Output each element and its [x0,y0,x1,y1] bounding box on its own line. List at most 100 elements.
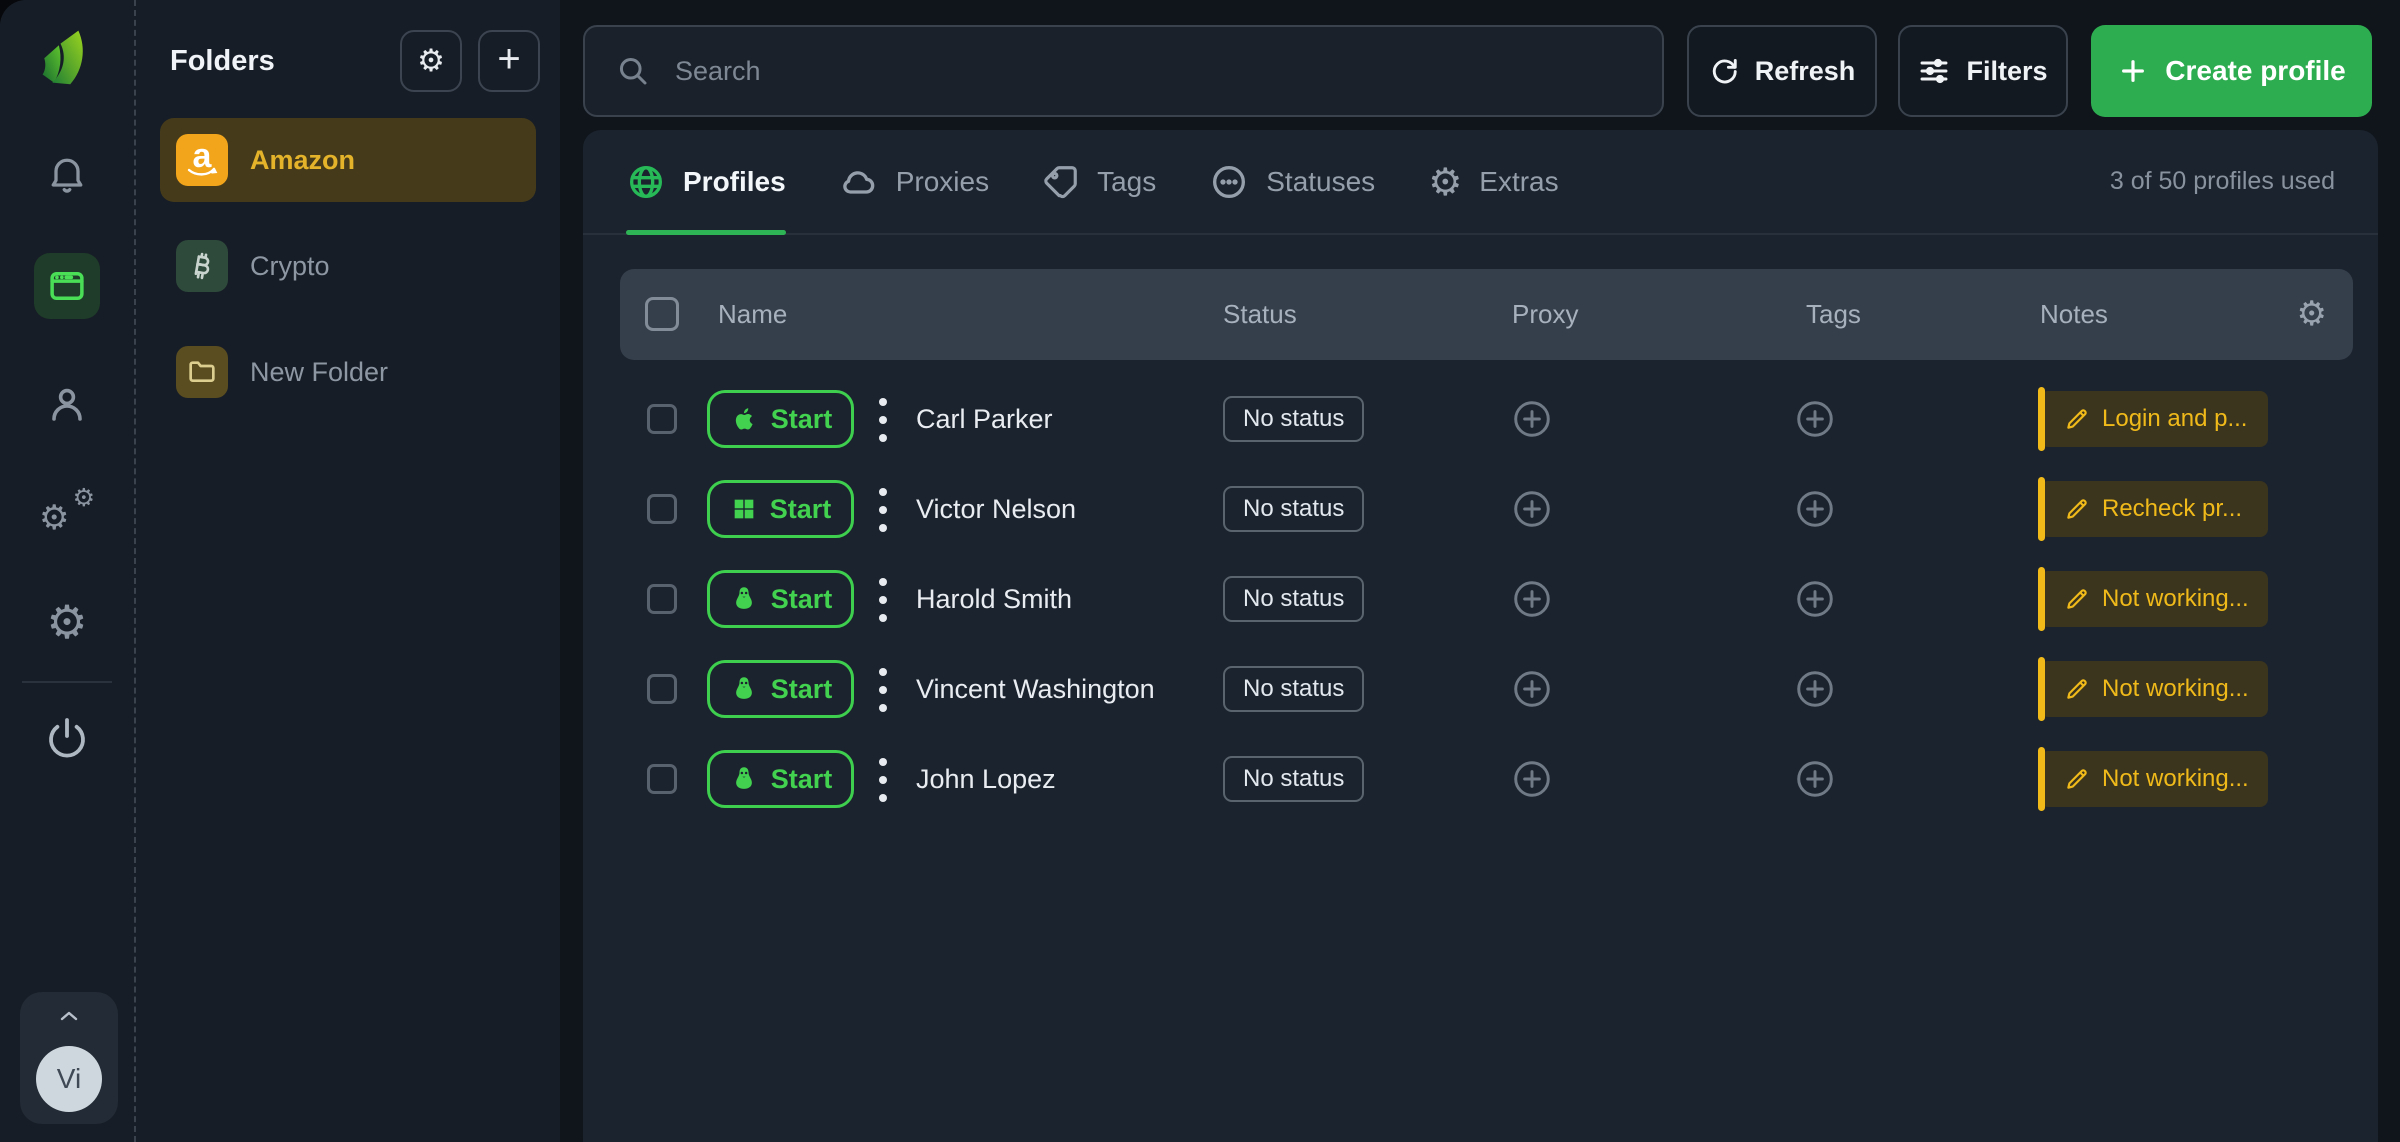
add-tag-icon[interactable] [1794,668,1836,710]
settings-gear-icon[interactable]: ⚙ [42,597,92,647]
folder-label: Crypto [250,251,330,282]
start-profile-button[interactable]: Start [707,570,854,628]
note-text: Not working... [2102,675,2249,703]
column-header-tags: Tags [1806,269,1861,360]
gear-icon: ⚙ [1428,163,1462,201]
refresh-icon [1709,56,1739,86]
note-text: Not working... [2102,765,2249,793]
status-badge[interactable]: No status [1223,486,1364,532]
tab-bar: Profiles Proxies Tags [583,130,2378,235]
start-label: Start [771,764,833,795]
tab-extras[interactable]: ⚙ Extras [1428,130,1558,233]
row-checkbox[interactable] [647,584,677,614]
profile-name: Harold Smith [916,554,1072,644]
folder-item-crypto[interactable]: Crypto [160,224,536,308]
pencil-icon [2064,676,2090,702]
note-chip[interactable]: Not working... [2040,571,2268,627]
search-input[interactable] [673,55,1632,88]
column-header-proxy: Proxy [1512,269,1578,360]
table-row: Start Harold Smith No status Not working… [620,554,2353,644]
folders-panel: Folders ⚙ + a Amazon [136,0,560,1142]
bitcoin-icon [176,240,228,292]
plus-icon [2117,55,2149,87]
windows-os-icon [730,495,758,523]
tab-tags[interactable]: Tags [1042,130,1156,233]
row-menu-kebab-icon[interactable] [878,758,888,802]
row-menu-kebab-icon[interactable] [878,488,888,532]
note-chip[interactable]: Not working... [2040,751,2268,807]
profiles-table-body: Start Carl Parker No status Login and p.… [620,374,2353,824]
refresh-button[interactable]: Refresh [1687,25,1877,117]
avatar[interactable]: Vi [36,1046,102,1112]
tab-proxies[interactable]: Proxies [839,130,989,233]
folders-title: Folders [170,45,384,78]
start-label: Start [771,584,833,615]
filters-button[interactable]: Filters [1898,25,2068,117]
row-menu-kebab-icon[interactable] [878,668,888,712]
automation-gears-icon[interactable]: ⚙ ⚙ [39,491,95,541]
rail-divider [22,681,112,683]
add-tag-icon[interactable] [1794,398,1836,440]
profile-name: Carl Parker [916,374,1053,464]
note-text: Login and p... [2102,405,2247,433]
folder-label: New Folder [250,357,388,388]
tab-statuses[interactable]: Statuses [1209,130,1375,233]
add-tag-icon[interactable] [1794,488,1836,530]
pencil-icon [2064,406,2090,432]
add-proxy-icon[interactable] [1511,758,1553,800]
status-badge[interactable]: No status [1223,756,1364,802]
folder-item-new-folder[interactable]: New Folder [160,330,536,414]
select-all-checkbox[interactable] [645,297,679,331]
add-proxy-icon[interactable] [1511,668,1553,710]
linux-os-icon [729,764,759,794]
team-person-icon[interactable] [43,381,91,429]
row-checkbox[interactable] [647,764,677,794]
row-checkbox[interactable] [647,494,677,524]
browser-profiles-nav-active[interactable] [34,253,100,319]
folder-item-amazon[interactable]: a Amazon [160,118,536,202]
status-badge[interactable]: No status [1223,666,1364,712]
add-proxy-icon[interactable] [1511,578,1553,620]
note-chip[interactable]: Not working... [2040,661,2268,717]
start-profile-button[interactable]: Start [707,480,854,538]
table-row: Start John Lopez No status Not working..… [620,734,2353,824]
row-menu-kebab-icon[interactable] [878,578,888,622]
add-proxy-icon[interactable] [1511,488,1553,530]
row-menu-kebab-icon[interactable] [878,398,888,442]
table-settings-icon[interactable]: ⚙ [2297,269,2327,360]
table-header: Name Status Proxy Tags Notes ⚙ [620,269,2353,360]
note-chip[interactable]: Login and p... [2040,391,2268,447]
note-chip[interactable]: Recheck pr... [2040,481,2268,537]
folder-icon [176,346,228,398]
note-text: Recheck pr... [2102,495,2242,523]
note-text: Not working... [2102,585,2249,613]
add-tag-icon[interactable] [1794,578,1836,620]
start-profile-button[interactable]: Start [707,390,854,448]
power-icon[interactable] [42,713,92,763]
row-checkbox[interactable] [647,674,677,704]
table-row: Start Carl Parker No status Login and p.… [620,374,2353,464]
main-area: Refresh Filters Create profile [560,0,2400,1142]
notifications-bell-icon[interactable] [44,151,90,197]
linux-os-icon [729,674,759,704]
pencil-icon [2064,586,2090,612]
app-logo-icon [28,16,106,94]
table-row: Start Victor Nelson No status Recheck pr… [620,464,2353,554]
row-checkbox[interactable] [647,404,677,434]
start-profile-button[interactable]: Start [707,750,854,808]
add-folder-button[interactable]: + [478,30,540,92]
create-profile-button[interactable]: Create profile [2091,25,2372,117]
app-window: ⚙ ⚙ ⚙ Vi Folders ⚙ + a [0,0,2400,1142]
add-proxy-icon[interactable] [1511,398,1553,440]
tab-profiles[interactable]: Profiles [626,130,786,233]
tag-icon [1042,163,1080,201]
user-menu[interactable]: Vi [20,992,118,1124]
add-tag-icon[interactable] [1794,758,1836,800]
profile-name: Vincent Washington [916,644,1155,734]
status-badge[interactable]: No status [1223,396,1364,442]
status-badge[interactable]: No status [1223,576,1364,622]
folders-settings-button[interactable]: ⚙ [400,30,462,92]
column-header-name: Name [718,269,787,360]
start-profile-button[interactable]: Start [707,660,854,718]
chevron-up-icon [52,1004,86,1033]
